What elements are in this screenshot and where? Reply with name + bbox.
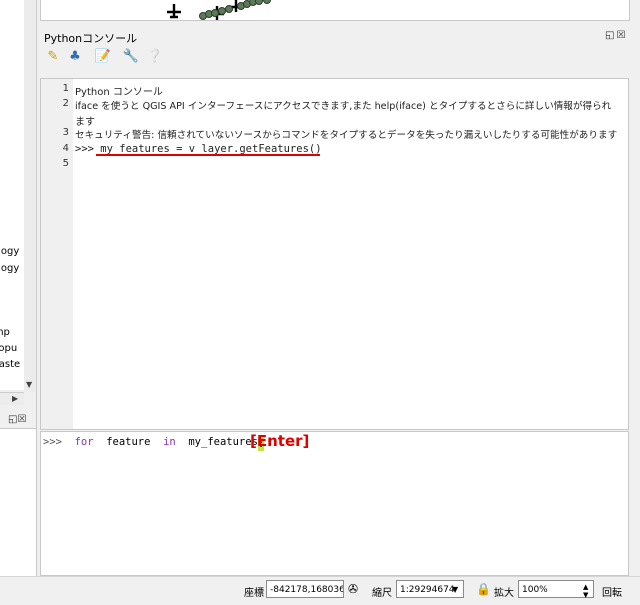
layer-item[interactable]: shp: [0, 327, 10, 338]
line-number: 2: [62, 98, 69, 109]
layer-tree-vertical-scrollbar[interactable]: ▼: [24, 0, 35, 392]
keyword-in: in: [163, 436, 176, 448]
clear-console-icon[interactable]: ✎: [44, 48, 62, 66]
output-line: セキュリティ警告: 信頼されていないソースからコマンドをタイプするとデータを失っ…: [75, 130, 618, 141]
coordinate-label: 座標: [244, 588, 264, 599]
line-number: 4: [62, 143, 69, 154]
enter-key-annotation: [Enter]: [250, 432, 310, 450]
spin-arrows-icon[interactable]: ▲ ▼: [583, 583, 588, 599]
chevron-down-icon[interactable]: ▼: [452, 585, 458, 594]
line-number-gutter: 1 2 3 4 5: [41, 79, 73, 429]
line-number: 1: [62, 83, 69, 94]
map-canvas[interactable]: [40, 0, 630, 21]
line-number: 3: [62, 127, 69, 138]
layer-tree-horizontal-scrollbar[interactable]: ▶: [0, 392, 24, 405]
help-icon[interactable]: ❔: [146, 48, 164, 66]
keyword-for: for: [74, 436, 94, 448]
settings-icon[interactable]: 🔧: [122, 48, 140, 66]
editor-icon[interactable]: 📝: [94, 48, 112, 66]
red-underline-annotation: [96, 154, 320, 156]
layer-item[interactable]: Raste: [0, 359, 20, 370]
output-line: iface を使うと QGIS API インターフェースにアクセスできます,また…: [75, 101, 612, 112]
layer-item[interactable]: ology: [0, 263, 19, 274]
layer-tree[interactable]: ology ology shp popu Raste: [0, 0, 25, 390]
python-icon[interactable]: ♣: [66, 48, 84, 66]
console-dock-controls[interactable]: ◱☒: [605, 30, 627, 41]
loop-variable: feature: [106, 436, 151, 448]
layers-panel: ology ology shp popu Raste ▼ ▶ ◱☒: [0, 0, 37, 605]
airplane-icon: [167, 4, 181, 19]
magnifier-label: 拡大: [494, 588, 514, 599]
console-title: Pythonコンソール: [44, 32, 138, 45]
lock-icon[interactable]: 🔒: [476, 582, 491, 596]
console-input[interactable]: >>> for feature in my_features:: [40, 431, 629, 576]
output-line: ます: [75, 117, 95, 128]
panel-dock-controls[interactable]: ◱☒: [8, 414, 26, 425]
scale-label: 縮尺: [372, 588, 392, 599]
rotation-label: 回転: [602, 588, 622, 599]
iterable-name: my_features: [188, 436, 258, 448]
coordinate-field[interactable]: -842178,1680360: [266, 580, 344, 598]
input-line[interactable]: >>> for feature in my_features:: [43, 436, 264, 451]
console-output[interactable]: 1 2 3 4 5 Python コンソール iface を使うと QGIS A…: [40, 78, 629, 430]
line-number: 5: [62, 158, 69, 169]
scroll-right-icon[interactable]: ▶: [12, 394, 18, 403]
mouse-coordinate-icon[interactable]: ✇: [348, 582, 358, 596]
layer-item[interactable]: ology: [0, 246, 19, 257]
status-bar: 座標 -842178,1680360 ✇ 縮尺 1:29294674 ▼ 🔒 拡…: [0, 576, 640, 605]
input-prompt: >>>: [43, 436, 62, 448]
output-line: Python コンソール: [75, 87, 163, 98]
scroll-down-icon[interactable]: ▼: [26, 380, 32, 389]
layer-item[interactable]: popu: [0, 343, 17, 354]
map-features: [167, 0, 271, 20]
